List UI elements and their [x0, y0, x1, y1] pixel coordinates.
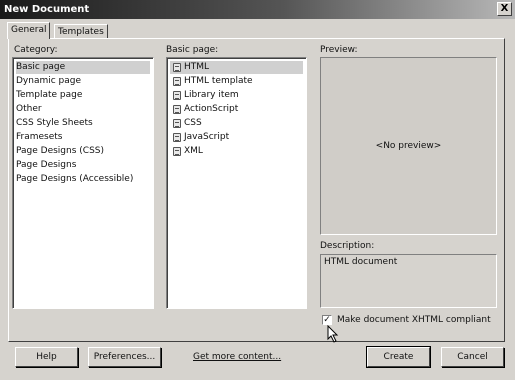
preview-placeholder: <No preview> — [375, 141, 442, 151]
cancel-button[interactable]: Cancel — [441, 347, 504, 367]
tab-general[interactable]: General — [7, 22, 51, 39]
help-button[interactable]: Help — [15, 347, 78, 367]
basic-page-item[interactable]: Library item — [170, 89, 239, 102]
document-icon — [173, 105, 181, 114]
preview-pane: <No preview> — [320, 57, 497, 235]
category-item[interactable]: Page Designs — [16, 159, 76, 172]
basic-page-item-label: CSS — [184, 118, 202, 128]
document-icon — [173, 63, 181, 72]
tab-general-label: General — [11, 25, 47, 35]
category-label: Category: — [14, 45, 58, 55]
document-icon — [173, 119, 181, 128]
xhtml-label[interactable]: Make document XHTML compliant — [337, 315, 491, 325]
basic-page-item-label: ActionScript — [184, 104, 239, 114]
description-box: HTML document — [320, 254, 497, 308]
category-item[interactable]: Page Designs (CSS) — [16, 145, 104, 158]
basic-page-item[interactable]: XML — [170, 145, 203, 158]
basic-page-item[interactable]: CSS — [170, 117, 202, 130]
preferences-button[interactable]: Preferences... — [88, 347, 161, 367]
category-list[interactable]: Basic page Dynamic page Template page Ot… — [12, 57, 154, 309]
preview-label: Preview: — [320, 45, 358, 55]
document-icon — [173, 147, 181, 156]
category-item[interactable]: Dynamic page — [16, 75, 81, 88]
xhtml-checkbox[interactable]: ✓ — [322, 315, 332, 325]
category-item[interactable]: Framesets — [16, 131, 63, 144]
document-icon — [173, 91, 181, 100]
tab-templates-label: Templates — [58, 27, 104, 37]
basic-page-item-label: JavaScript — [184, 132, 230, 142]
basic-page-item[interactable]: JavaScript — [170, 131, 229, 144]
category-item[interactable]: Other — [16, 103, 42, 116]
category-item[interactable]: Template page — [16, 89, 82, 102]
close-button[interactable]: X — [497, 2, 512, 16]
description-text: HTML document — [324, 257, 398, 267]
window-title: New Document — [4, 4, 90, 15]
description-label: Description: — [320, 241, 375, 251]
basic-page-item[interactable]: HTML template — [170, 75, 253, 88]
document-icon — [173, 77, 181, 86]
get-more-content-link[interactable]: Get more content... — [193, 352, 281, 362]
basic-page-list[interactable]: HTML HTML template Library item ActionSc… — [166, 57, 307, 309]
document-icon — [173, 133, 181, 142]
basic-page-item[interactable]: ActionScript — [170, 103, 238, 116]
basic-page-item-label: XML — [184, 146, 203, 156]
basic-page-item-label: HTML — [184, 62, 210, 72]
basic-page-item-label: HTML template — [184, 76, 253, 86]
create-button[interactable]: Create — [366, 346, 431, 368]
basic-page-label: Basic page: — [166, 45, 219, 55]
category-item[interactable]: CSS Style Sheets — [16, 117, 93, 130]
title-bar: New Document X — [0, 0, 515, 19]
mouse-cursor-icon — [327, 325, 339, 343]
basic-page-item-label: Library item — [184, 90, 239, 100]
category-item[interactable]: Page Designs (Accessible) — [16, 173, 133, 186]
basic-page-item[interactable]: HTML — [170, 61, 303, 74]
category-item[interactable]: Basic page — [16, 61, 150, 74]
tab-templates[interactable]: Templates — [54, 24, 108, 39]
